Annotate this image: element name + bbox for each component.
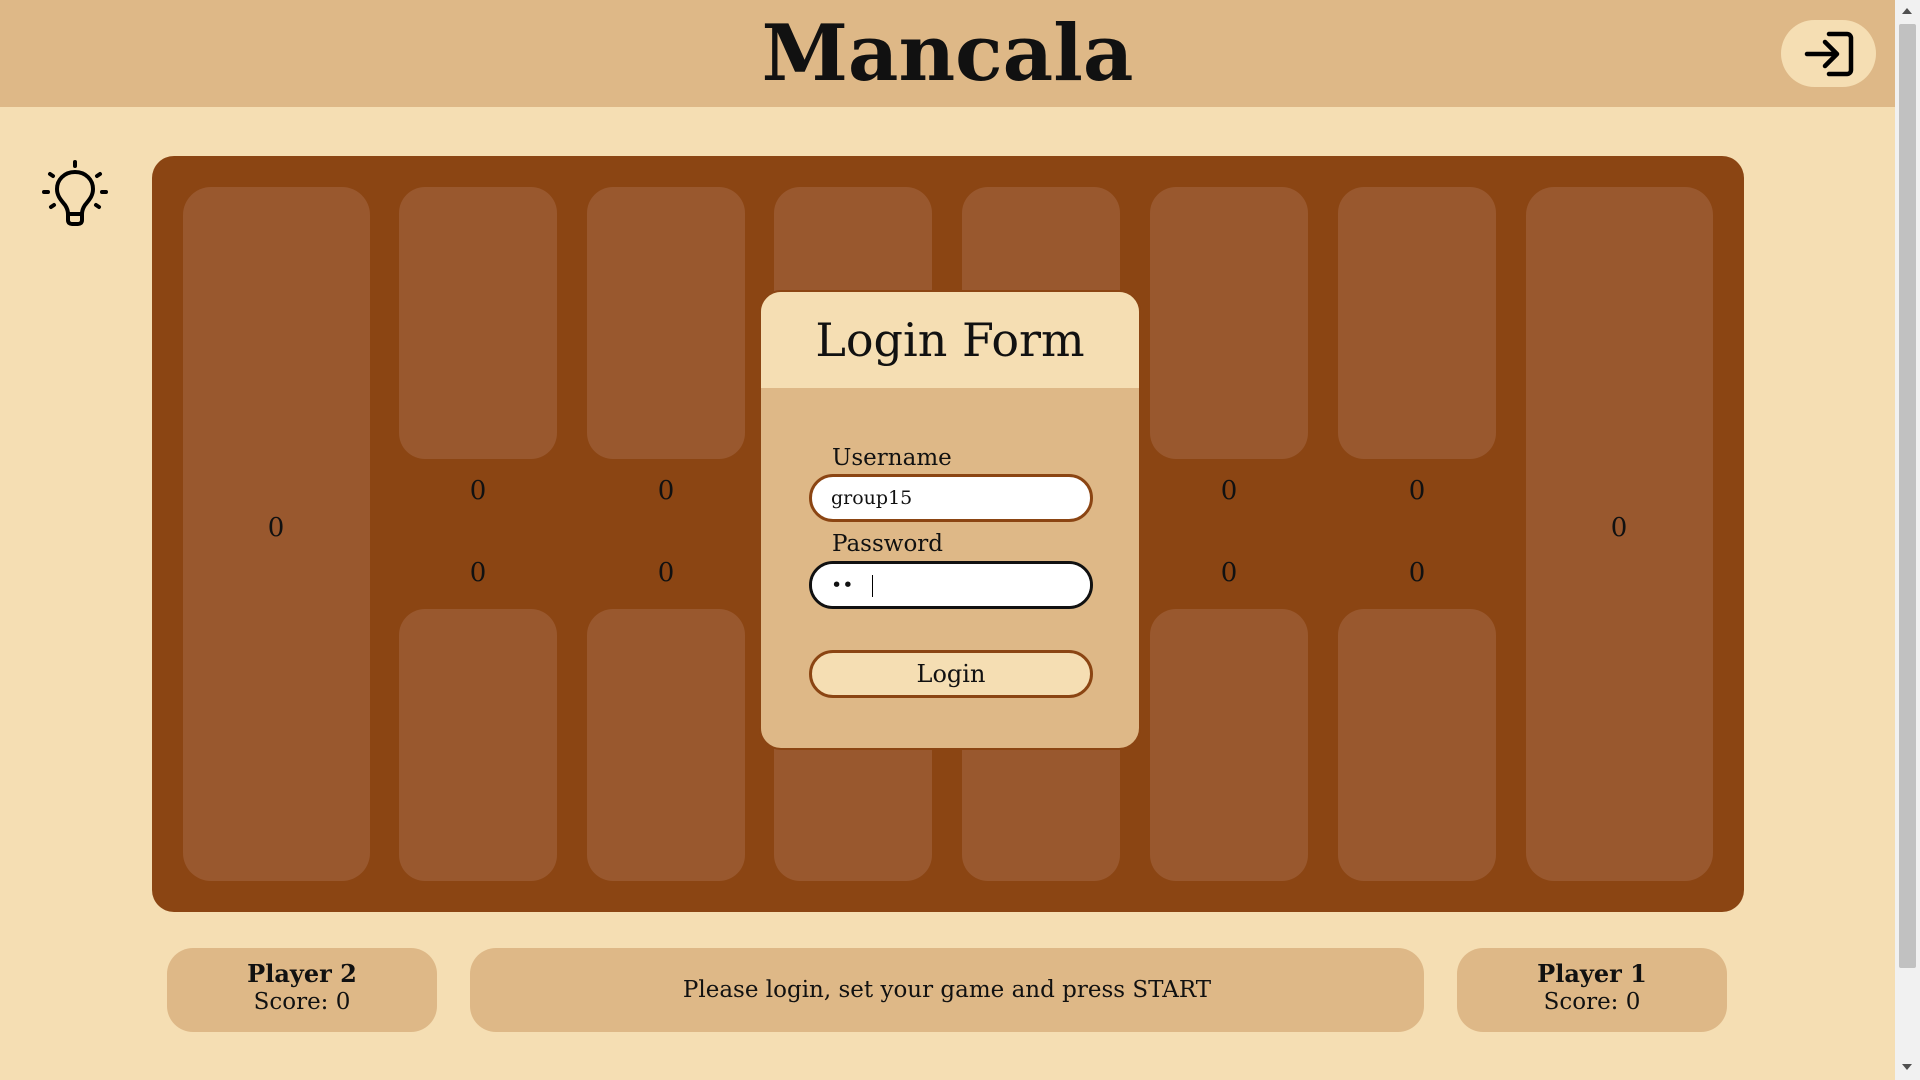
pit-top-1[interactable] bbox=[399, 187, 557, 459]
login-arrow-icon bbox=[1804, 31, 1853, 76]
scroll-up-arrow-icon[interactable] bbox=[1902, 8, 1912, 14]
status-message-panel: Please login, set your game and press ST… bbox=[470, 948, 1424, 1032]
pit-count-bottom-2: 0 bbox=[657, 558, 675, 588]
username-input[interactable]: group15 bbox=[809, 474, 1093, 522]
player-1-score: Score: 0 bbox=[1543, 989, 1641, 1015]
status-message: Please login, set your game and press ST… bbox=[682, 977, 1212, 1003]
player-2-panel: Player 2 Score: 0 bbox=[167, 948, 437, 1032]
login-form: Login Form Username group15 Password •• … bbox=[759, 290, 1141, 750]
pit-bottom-5[interactable] bbox=[1150, 609, 1308, 881]
app-title: Mancala bbox=[761, 8, 1134, 99]
header-bar: Mancala bbox=[0, 0, 1895, 107]
username-value: group15 bbox=[831, 487, 913, 509]
pit-top-6[interactable] bbox=[1338, 187, 1496, 459]
pit-count-top-1: 0 bbox=[469, 476, 487, 506]
right-store-count: 0 bbox=[1610, 513, 1628, 543]
pit-bottom-1[interactable] bbox=[399, 609, 557, 881]
scroll-down-arrow-icon[interactable] bbox=[1902, 1064, 1912, 1070]
pit-bottom-6[interactable] bbox=[1338, 609, 1496, 881]
password-input[interactable]: •• bbox=[809, 561, 1093, 609]
pit-count-bottom-6: 0 bbox=[1408, 558, 1426, 588]
pit-count-top-6: 0 bbox=[1408, 476, 1426, 506]
login-form-title: Login Form bbox=[761, 292, 1139, 388]
player-1-name: Player 1 bbox=[1537, 959, 1647, 988]
pit-count-bottom-5: 0 bbox=[1220, 558, 1238, 588]
password-label: Password bbox=[832, 531, 944, 557]
player-1-panel: Player 1 Score: 0 bbox=[1457, 948, 1727, 1032]
text-caret bbox=[872, 575, 874, 597]
pit-count-top-5: 0 bbox=[1220, 476, 1238, 506]
lightbulb-icon bbox=[42, 160, 108, 226]
pit-top-2[interactable] bbox=[587, 187, 745, 459]
player-2-name: Player 2 bbox=[247, 959, 357, 988]
player-2-score: Score: 0 bbox=[253, 989, 351, 1015]
vertical-scrollbar[interactable] bbox=[1895, 0, 1920, 1080]
login-submit-button[interactable]: Login bbox=[809, 650, 1093, 698]
scroll-thumb[interactable] bbox=[1899, 24, 1916, 968]
hint-button[interactable] bbox=[42, 160, 108, 226]
pit-count-top-2: 0 bbox=[657, 476, 675, 506]
password-value: •• bbox=[831, 574, 854, 596]
pit-bottom-2[interactable] bbox=[587, 609, 745, 881]
username-label: Username bbox=[832, 445, 952, 471]
login-button-icon[interactable] bbox=[1781, 20, 1876, 87]
pit-count-bottom-1: 0 bbox=[469, 558, 487, 588]
left-store-count: 0 bbox=[267, 513, 285, 543]
pit-top-5[interactable] bbox=[1150, 187, 1308, 459]
